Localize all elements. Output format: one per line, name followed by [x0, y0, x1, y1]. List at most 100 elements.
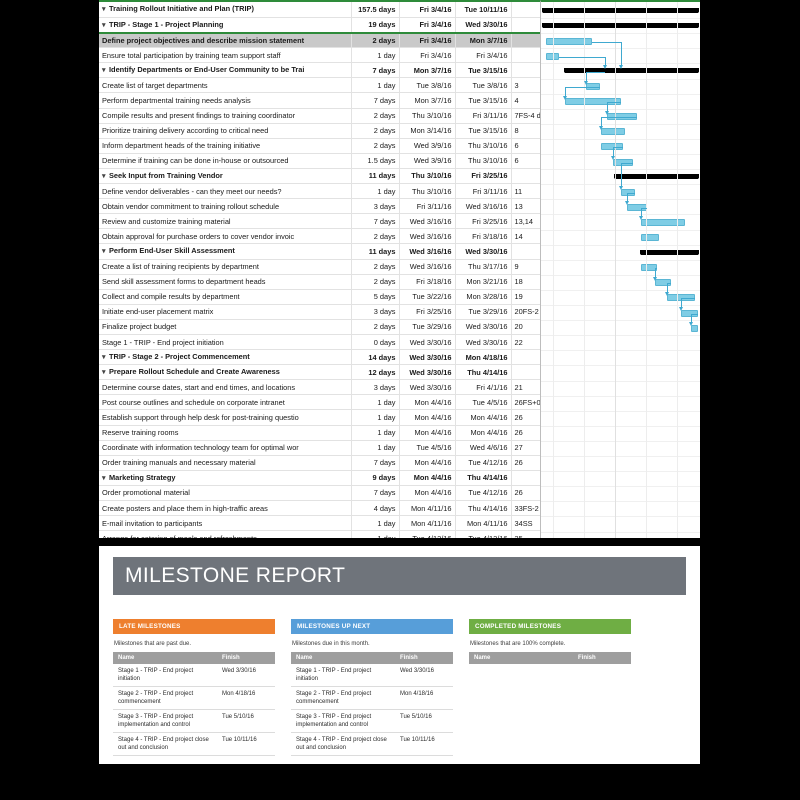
task-row[interactable]: Reserve training rooms 1 day Mon 4/4/16 Mon… [99, 425, 540, 441]
milestone-rows-late: Stage 1 - TRIP - End project initiation W… [113, 664, 275, 756]
task-name-cell: ▾ Perform End-User Skill Assessment [99, 243, 351, 260]
collapse-triangle-icon[interactable]: ▾ [102, 472, 109, 485]
task-finish-cell: Mon 4/4/16 [454, 409, 511, 426]
task-row[interactable]: Obtain vendor commitment to training rol… [99, 198, 540, 215]
task-row[interactable]: Stage 1 - TRIP - End project initiation 0… [99, 334, 540, 351]
task-name-cell: Collect and compile results by departmen… [99, 289, 351, 305]
task-duration-cell: 9 days [350, 470, 399, 486]
task-name-cell: Compile results and present findings to … [99, 108, 351, 124]
gantt-task-bar[interactable] [601, 128, 625, 136]
task-predecessors-cell: 20 [510, 319, 540, 335]
task-row[interactable]: Collect and compile results by departmen… [99, 289, 540, 305]
task-row[interactable]: Coordinate with information technology t… [99, 440, 540, 456]
gantt-timescale-gridline [553, 2, 554, 538]
collapse-triangle-icon[interactable]: ▾ [102, 170, 109, 183]
task-predecessors-cell: 27 [510, 440, 540, 456]
collapse-triangle-icon[interactable]: ▾ [102, 3, 109, 16]
task-row[interactable]: ▾ Identify Departments or End-User Commun… [99, 62, 540, 79]
milestone-finish: Tue 10/11/16 [395, 732, 453, 756]
task-duration-cell: 7 days [350, 62, 399, 79]
dependency-arrow-icon [619, 65, 623, 70]
task-row[interactable]: Compile results and present findings to … [99, 108, 540, 124]
task-row[interactable]: Obtain approval for purchase orders to c… [99, 228, 540, 245]
collapse-triangle-icon[interactable]: ▾ [102, 366, 109, 379]
task-name-cell: Determine course dates, start and end ti… [99, 379, 351, 396]
task-row[interactable]: Order promotional material 7 days Mon 4/4/… [99, 485, 540, 502]
milestone-section-late: LATE MILESTONES Milestones that are past… [113, 619, 275, 756]
milestone-finish: Tue 5/10/16 [217, 709, 275, 733]
gantt-task-bar[interactable] [641, 234, 659, 241]
task-predecessors-cell: 21 [510, 379, 540, 396]
col-header-name: Name [469, 652, 573, 664]
dependency-arrow-icon [625, 201, 629, 206]
task-predecessors-cell: 26 [510, 409, 540, 426]
task-row[interactable]: Determine course dates, start and end ti… [99, 379, 540, 396]
gantt-bars-pane[interactable] [540, 0, 700, 538]
gantt-summary-bar[interactable] [542, 8, 699, 13]
task-row[interactable]: Finalize project budget 2 days Tue 3/29/16… [99, 319, 540, 335]
task-duration-cell: 7 days [350, 92, 399, 109]
milestone-section-upnext: MILESTONES UP NEXT Milestones due in thi… [291, 619, 453, 756]
task-row[interactable]: Order training manuals and necessary mat… [99, 455, 540, 471]
task-row[interactable]: Post course outlines and schedule on cor… [99, 394, 540, 411]
milestone-table-late: Name Finish Stage 1 - TRIP - End project… [113, 652, 275, 756]
dependency-arrow-icon [665, 291, 669, 296]
dependency-link [627, 192, 635, 194]
gantt-timescale-gridline [646, 2, 647, 538]
task-row[interactable]: ▾ Seek Input from Training Vendor 11 days T… [99, 168, 540, 185]
task-row[interactable]: ▾ Perform End-User Skill Assessment 11 day… [99, 243, 540, 260]
task-row[interactable]: Create posters and place them in high-tr… [99, 500, 540, 517]
task-row[interactable]: Initiate end-user placement matrix 3 days… [99, 304, 540, 320]
task-name-cell: Determine if training can be done in-hou… [99, 153, 351, 169]
task-duration-cell: 1 day [350, 515, 399, 532]
collapse-triangle-icon[interactable]: ▾ [102, 351, 109, 364]
task-row[interactable]: Prioritize training delivery according t… [99, 123, 540, 139]
task-row[interactable]: Ensure total participation by training t… [99, 47, 540, 64]
dependency-link [586, 71, 605, 73]
task-row[interactable]: Send skill assessment forms to departmen… [99, 274, 540, 290]
collapse-triangle-icon[interactable]: ▾ [102, 19, 109, 32]
task-row[interactable]: ▾ Training Rollout Initiative and Plan (T… [99, 2, 540, 18]
task-row[interactable]: Define vendor deliverables - can they me… [99, 183, 540, 200]
task-row[interactable]: E-mail invitation to participants 1 day Mo… [99, 515, 540, 532]
dependency-link [691, 313, 698, 315]
task-duration-cell: 5 days [350, 289, 399, 305]
gantt-summary-bar[interactable] [640, 249, 699, 255]
task-row[interactable]: ▾ Marketing Strategy 9 days Mon 4/4/16 Thu 4… [99, 470, 540, 486]
dependency-link [565, 87, 600, 88]
gantt-panel-inner: ▾ Training Rollout Initiative and Plan (T… [99, 0, 700, 538]
dependency-link [601, 117, 637, 119]
collapse-triangle-icon[interactable]: ▾ [102, 64, 109, 77]
task-row[interactable]: ▾ TRIP - Stage 2 - Project Commencement 14… [99, 349, 540, 366]
task-finish-cell: Mon 4/18/16 [454, 349, 511, 366]
task-name-cell: Obtain approval for purchase orders to c… [99, 228, 351, 245]
task-duration-cell: 1 day [350, 47, 399, 64]
gantt-summary-bar[interactable] [614, 174, 699, 180]
task-predecessors-cell [510, 168, 540, 185]
gantt-timescale-gridline [615, 2, 616, 538]
collapse-triangle-icon[interactable]: ▾ [102, 245, 109, 258]
task-grid-pane[interactable]: ▾ Training Rollout Initiative and Plan (T… [99, 0, 540, 538]
task-row[interactable]: Define project objectives and describe m… [99, 31, 540, 49]
task-finish-cell: Mon 3/28/16 [454, 289, 511, 305]
task-duration-cell: 2 days [350, 228, 399, 245]
task-row[interactable]: Perform departmental training needs anal… [99, 92, 540, 109]
task-row[interactable]: Arrange for catering of meals and refres… [99, 530, 540, 538]
task-row[interactable]: Establish support through help desk for … [99, 409, 540, 426]
task-predecessors-cell [510, 47, 540, 64]
task-row[interactable]: ▾ Prepare Rollout Schedule and Create Awa… [99, 364, 540, 381]
task-row[interactable]: Create list of target departments 1 day Tu… [99, 77, 540, 94]
task-name-cell: Ensure total participation by training t… [99, 47, 351, 64]
section-header-completed: COMPLETED MILESTONES [469, 619, 631, 634]
task-finish-cell: Wed 3/30/16 [454, 243, 511, 260]
gantt-task-bar[interactable] [641, 218, 685, 226]
task-row[interactable]: Determine if training can be done in-hou… [99, 153, 540, 169]
task-name-cell: Coordinate with information technology t… [99, 440, 351, 456]
task-row[interactable]: Create a list of training recipients by … [99, 259, 540, 275]
task-row[interactable]: Review and customize training material 7 … [99, 213, 540, 230]
task-row[interactable]: ▾ TRIP - Stage 1 - Project Planning 19 day… [99, 17, 540, 34]
task-start-cell: Mon 4/4/16 [398, 470, 455, 486]
gantt-summary-bar[interactable] [542, 23, 699, 29]
task-finish-cell: Wed 3/16/16 [454, 198, 511, 215]
task-row[interactable]: Inform department heads of the training … [99, 138, 540, 154]
